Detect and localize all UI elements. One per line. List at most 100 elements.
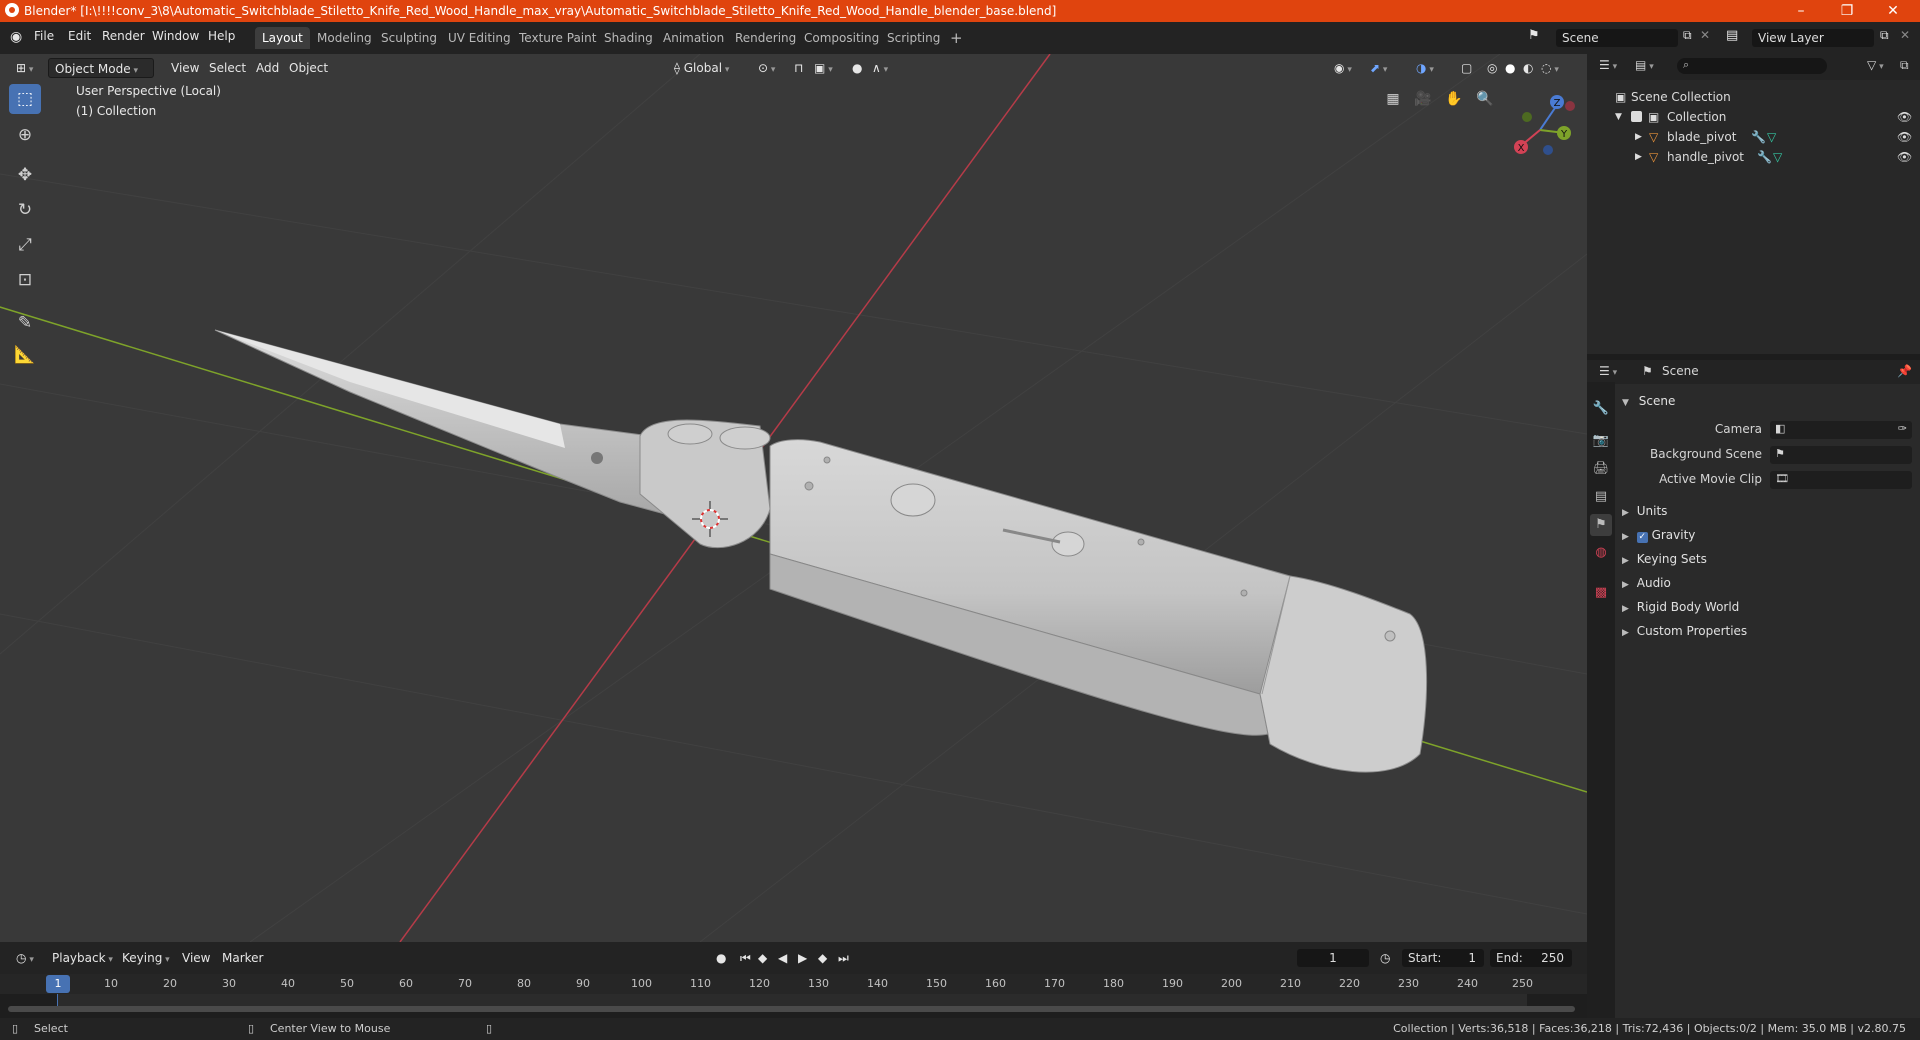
filter-icon[interactable]: ▽ xyxy=(1867,58,1884,72)
keying-sets-panel-header[interactable]: ▶ Keying Sets xyxy=(1622,548,1912,570)
tab-animation[interactable]: Animation xyxy=(656,27,731,49)
tree-row-blade-pivot[interactable]: ▶ ▽ blade_pivot 🔧 ▽ 👁 xyxy=(1587,127,1920,147)
expand-arrow-icon[interactable]: ▶ xyxy=(1635,127,1642,147)
expand-arrow-icon[interactable]: ▶ xyxy=(1635,147,1642,167)
tab-sculpting[interactable]: Sculpting xyxy=(374,27,444,49)
delete-scene-icon[interactable]: ✕ xyxy=(1700,28,1710,42)
visibility-eye-icon[interactable]: 👁 xyxy=(1897,107,1912,127)
navigation-gizmo[interactable]: Z Y X xyxy=(1500,85,1590,165)
new-collection-icon[interactable]: ⧉ xyxy=(1900,58,1909,73)
tool-tab-icon[interactable]: 🔧 xyxy=(1590,398,1612,420)
tab-rendering[interactable]: Rendering xyxy=(728,27,803,49)
transform-orientation-dropdown[interactable]: ⟠ Global xyxy=(668,58,735,78)
units-panel-header[interactable]: ▶ Units xyxy=(1622,500,1912,522)
menu-window[interactable]: Window xyxy=(152,29,199,43)
toggle-grid-icon[interactable]: ▦ xyxy=(1381,87,1405,111)
add-workspace-button[interactable]: + xyxy=(943,27,970,49)
jump-keyframe-back-icon[interactable]: ◆ xyxy=(752,948,773,968)
custom-properties-panel-header[interactable]: ▶ Custom Properties xyxy=(1622,620,1912,642)
menu-view[interactable]: View xyxy=(165,58,205,78)
move-tool-icon[interactable]: ✥ xyxy=(9,160,41,190)
close-button[interactable]: ✕ xyxy=(1870,0,1916,22)
background-scene-field[interactable]: ⚑ xyxy=(1770,446,1912,464)
zoom-view-icon[interactable]: 🔍 xyxy=(1473,87,1497,111)
cursor-tool-icon[interactable]: ⊕ xyxy=(9,120,41,150)
camera-field[interactable]: ◧ ✑ xyxy=(1770,421,1912,439)
new-view-layer-icon[interactable]: ⧉ xyxy=(1880,28,1889,43)
play-icon[interactable]: ▶ xyxy=(792,948,813,968)
tab-scripting[interactable]: Scripting xyxy=(880,27,947,49)
gravity-checkbox[interactable]: ✓ xyxy=(1636,532,1648,543)
playback-menu[interactable]: Playback xyxy=(46,948,119,968)
visibility-eye-icon[interactable]: 👁 xyxy=(1897,147,1912,167)
movie-clip-field[interactable]: 🎞 xyxy=(1770,471,1912,489)
tab-uv-editing[interactable]: UV Editing xyxy=(441,27,518,49)
jump-keyframe-forward-icon[interactable]: ◆ xyxy=(812,948,833,968)
render-tab-icon[interactable]: 📷 xyxy=(1590,430,1612,452)
tree-row-scene-collection[interactable]: ▣ Scene Collection xyxy=(1587,87,1920,107)
playhead-frame[interactable]: 1 xyxy=(46,975,70,993)
scene-selector-icon[interactable]: ⚑ xyxy=(1528,28,1540,43)
overlays-icon[interactable]: ◑ xyxy=(1410,58,1440,78)
timeline-view-menu[interactable]: View xyxy=(176,948,216,968)
shading-rendered-icon[interactable]: ◌ xyxy=(1535,58,1565,78)
menu-file[interactable]: File xyxy=(34,29,54,43)
pivot-point-icon[interactable]: ⊙ xyxy=(752,58,781,78)
timeline-editor-type-icon[interactable]: ◷ xyxy=(10,948,40,968)
tab-texture-paint[interactable]: Texture Paint xyxy=(512,27,603,49)
current-frame-field[interactable]: 1 xyxy=(1297,949,1369,967)
knife-model[interactable] xyxy=(214,329,1428,773)
outliner-editor-type-icon[interactable]: ☰ xyxy=(1599,58,1617,72)
pan-view-icon[interactable]: ✋ xyxy=(1442,87,1466,111)
pin-icon[interactable]: 📌 xyxy=(1897,364,1912,378)
tree-row-handle-pivot[interactable]: ▶ ▽ handle_pivot 🔧 ▽ 👁 xyxy=(1587,147,1920,167)
visibility-icon[interactable]: ◉ xyxy=(1328,58,1358,78)
menu-select[interactable]: Select xyxy=(203,58,252,78)
audio-panel-header[interactable]: ▶ Audio xyxy=(1622,572,1912,594)
visibility-eye-icon[interactable]: 👁 xyxy=(1897,127,1912,147)
exclude-checkbox[interactable] xyxy=(1631,111,1642,122)
editor-type-button[interactable]: ⊞ xyxy=(10,58,39,78)
falloff-icon[interactable]: ∧ xyxy=(866,58,894,78)
gizmo-toggle-icon[interactable]: ⬈ xyxy=(1364,58,1393,78)
camera-view-icon[interactable]: 🎥 xyxy=(1411,87,1435,111)
select-box-tool-icon[interactable]: ⬚ xyxy=(9,84,41,114)
delete-view-layer-icon[interactable]: ✕ xyxy=(1900,28,1910,42)
measure-tool-icon[interactable]: 📐 xyxy=(9,340,41,370)
snap-icon[interactable]: ⊓ xyxy=(788,58,809,78)
tab-layout[interactable]: Layout xyxy=(255,27,310,49)
start-frame-field[interactable]: Start: 1 xyxy=(1402,949,1484,967)
scale-tool-icon[interactable]: ⤢ xyxy=(9,230,41,260)
menu-render[interactable]: Render xyxy=(102,29,145,43)
3d-viewport[interactable] xyxy=(0,54,1587,942)
xray-icon[interactable]: ▢ xyxy=(1455,58,1478,78)
transform-tool-icon[interactable]: ⊡ xyxy=(9,265,41,295)
scene-name-field[interactable]: Scene xyxy=(1556,29,1678,47)
menu-edit[interactable]: Edit xyxy=(68,29,91,43)
new-scene-icon[interactable]: ⧉ xyxy=(1683,28,1692,43)
view-layer-field[interactable]: View Layer xyxy=(1752,29,1874,47)
minimize-button[interactable]: – xyxy=(1778,0,1824,22)
tab-shading[interactable]: Shading xyxy=(597,27,660,49)
display-mode-icon[interactable]: ▤ xyxy=(1635,58,1654,72)
properties-editor-type-icon[interactable]: ☰ xyxy=(1599,364,1617,378)
marker-menu[interactable]: Marker xyxy=(216,948,269,968)
annotate-tool-icon[interactable]: ✎ xyxy=(9,308,41,338)
menu-object[interactable]: Object xyxy=(283,58,334,78)
scene-tab-icon[interactable]: ⚑ xyxy=(1590,514,1612,536)
maximize-button[interactable]: ❐ xyxy=(1824,0,1870,22)
auto-keying-icon[interactable]: ● xyxy=(710,948,732,968)
rigid-body-world-panel-header[interactable]: ▶ Rigid Body World xyxy=(1622,596,1912,618)
world-tab-icon[interactable]: ◍ xyxy=(1590,542,1612,564)
texture-tab-icon[interactable]: ▩ xyxy=(1590,582,1612,604)
timeline-scrollbar[interactable] xyxy=(8,1006,1575,1012)
tab-compositing[interactable]: Compositing xyxy=(797,27,886,49)
blender-menu-icon[interactable]: ◉ xyxy=(10,29,22,45)
expand-arrow-icon[interactable]: ▼ xyxy=(1615,107,1622,127)
output-tab-icon[interactable]: 🖨 xyxy=(1590,458,1612,480)
preview-range-icon[interactable]: ◷ xyxy=(1374,948,1396,968)
tree-row-collection[interactable]: ▼ ▣ Collection 👁 xyxy=(1587,107,1920,127)
rotate-tool-icon[interactable]: ↻ xyxy=(9,195,41,225)
snap-target-icon[interactable]: ▣ xyxy=(808,58,839,78)
tab-modeling[interactable]: Modeling xyxy=(310,27,379,49)
